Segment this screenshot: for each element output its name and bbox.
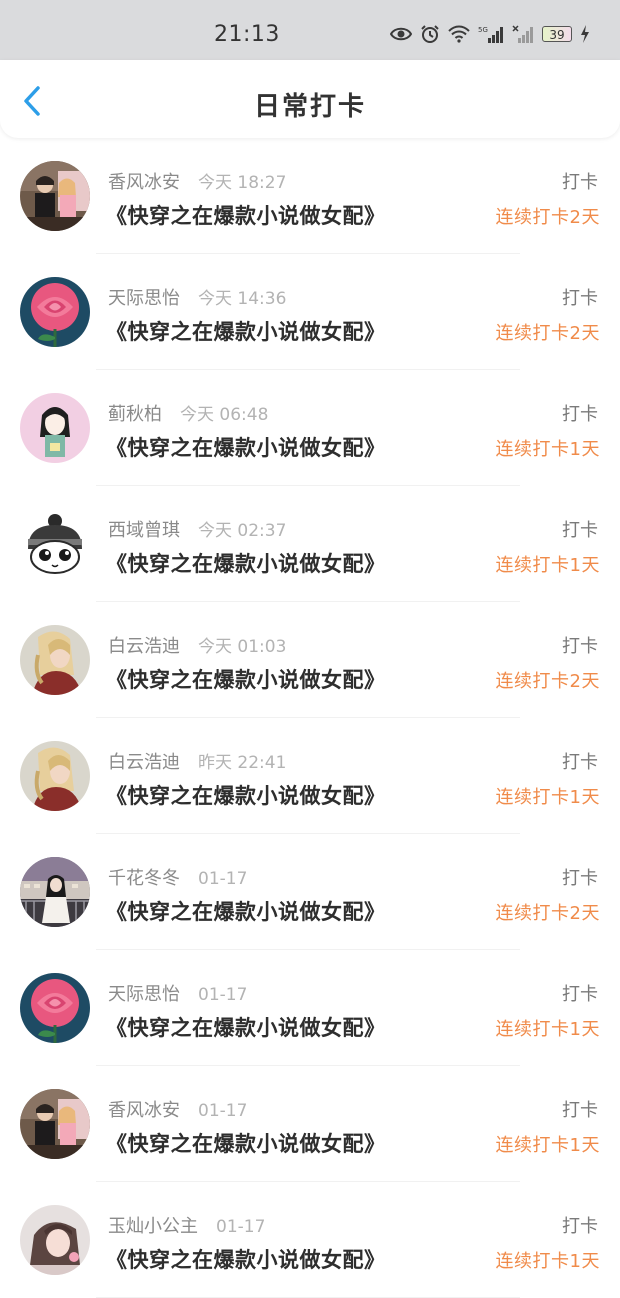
streak-badge: 连续打卡1天 [495, 1251, 600, 1272]
book-title[interactable]: 《快穿之在爆款小说做女配》 [106, 1012, 386, 1042]
book-title[interactable]: 《快穿之在爆款小说做女配》 [106, 432, 386, 462]
checkin-time: 01-17 [216, 1217, 266, 1237]
user-name[interactable]: 白云浩迪 今天 01:03 [108, 632, 286, 658]
user-name-text[interactable]: 香风冰安 [108, 172, 180, 193]
checkin-label: 打卡 [562, 636, 598, 657]
list-item[interactable]: 蓟秋柏 今天 06:48 《快穿之在爆款小说做女配》 打卡连续打卡1天 [0, 370, 620, 486]
book-title[interactable]: 《快穿之在爆款小说做女配》 [106, 548, 386, 578]
book-title[interactable]: 《快穿之在爆款小说做女配》 [106, 316, 386, 346]
checkin-label: 打卡 [562, 984, 598, 1005]
checkin-time: 昨天 22:41 [198, 753, 287, 773]
checkin-label: 打卡 [562, 520, 598, 541]
status-icons: 5G 39 [390, 24, 590, 44]
status-time: 21:13 [214, 22, 280, 47]
streak-badge: 连续打卡2天 [495, 903, 600, 924]
checkin-time: 01-17 [198, 869, 248, 889]
checkin-time: 01-17 [198, 1101, 248, 1121]
checkin-label: 打卡 [562, 404, 598, 425]
avatar[interactable] [20, 161, 90, 231]
list-item[interactable]: 白云浩迪 今天 01:03 《快穿之在爆款小说做女配》 打卡连续打卡2天 [0, 602, 620, 718]
eye-icon [390, 27, 412, 41]
signal-5g-icon: 5G [478, 26, 503, 43]
list-item[interactable]: 天际思怡 今天 14:36 《快穿之在爆款小说做女配》 打卡连续打卡2天 [0, 254, 620, 370]
signal-no-sim-icon [512, 25, 533, 43]
user-name[interactable]: 玉灿小公主 01-17 [108, 1212, 265, 1238]
checkin-label: 打卡 [562, 1100, 598, 1121]
streak-badge: 连续打卡1天 [495, 1135, 600, 1156]
book-title[interactable]: 《快穿之在爆款小说做女配》 [106, 200, 386, 230]
streak-badge: 连续打卡2天 [495, 671, 600, 692]
book-title[interactable]: 《快穿之在爆款小说做女配》 [106, 1128, 386, 1158]
page-title: 日常打卡 [253, 92, 366, 122]
checkin-time: 今天 01:03 [198, 637, 287, 657]
user-name[interactable]: 天际思怡 今天 14:36 [108, 284, 286, 310]
streak-badge: 连续打卡1天 [495, 1019, 600, 1040]
wifi-icon [448, 25, 470, 43]
avatar[interactable] [20, 1205, 90, 1275]
list-item[interactable]: 天际思怡 01-17 《快穿之在爆款小说做女配》 打卡连续打卡1天 [0, 950, 620, 1066]
avatar[interactable] [20, 973, 90, 1043]
checkin-label: 打卡 [562, 1216, 598, 1237]
user-name[interactable]: 天际思怡 01-17 [108, 980, 247, 1006]
user-name[interactable]: 蓟秋柏 今天 06:48 [108, 400, 268, 426]
alarm-icon [421, 25, 439, 43]
checkin-label: 打卡 [562, 288, 598, 309]
streak-badge: 连续打卡2天 [495, 323, 600, 344]
user-name[interactable]: 白云浩迪 昨天 22:41 [108, 748, 286, 774]
charging-icon [581, 25, 589, 43]
user-name[interactable]: 香风冰安 01-17 [108, 1096, 247, 1122]
book-title[interactable]: 《快穿之在爆款小说做女配》 [106, 664, 386, 694]
avatar[interactable] [20, 277, 90, 347]
book-title[interactable]: 《快穿之在爆款小说做女配》 [106, 896, 386, 926]
user-name-text[interactable]: 天际思怡 [108, 288, 180, 309]
checkin-time: 今天 06:48 [180, 405, 269, 425]
avatar[interactable] [20, 393, 90, 463]
avatar[interactable] [20, 857, 90, 927]
checkin-time: 01-17 [198, 985, 248, 1005]
user-name-text[interactable]: 香风冰安 [108, 1100, 180, 1121]
user-name-text[interactable]: 玉灿小公主 [108, 1216, 198, 1237]
book-title[interactable]: 《快穿之在爆款小说做女配》 [106, 780, 386, 810]
checkin-list: 香风冰安 今天 18:27 《快穿之在爆款小说做女配》 打卡 连续打卡2天 天际思怡 今天… [0, 138, 620, 1298]
avatar[interactable] [20, 1089, 90, 1159]
header-bar: 日常打卡 [0, 60, 620, 138]
user-name[interactable]: 西域曾琪 今天 02:37 [108, 516, 286, 542]
user-name-text[interactable]: 千花冬冬 [108, 868, 180, 889]
user-name-text[interactable]: 白云浩迪 [108, 636, 180, 657]
svg-text:5G: 5G [478, 26, 488, 34]
checkin-label: 打卡 [562, 868, 598, 889]
user-name-text[interactable]: 天际思怡 [108, 984, 180, 1005]
list-item[interactable]: 香风冰安 今天 18:27 《快穿之在爆款小说做女配》 打卡连续打卡2天 [0, 138, 620, 254]
book-title[interactable]: 《快穿之在爆款小说做女配》 [106, 1244, 386, 1274]
battery-indicator: 39 [542, 26, 572, 42]
streak-badge: 连续打卡2天 [495, 207, 600, 228]
list-item[interactable]: 西域曾琪 今天 02:37 《快穿之在爆款小说做女配》 打卡连续打卡1天 [0, 486, 620, 602]
user-name-text[interactable]: 白云浩迪 [108, 752, 180, 773]
streak-badge: 连续打卡1天 [495, 439, 600, 460]
checkin-label: 打卡 [562, 172, 598, 193]
list-item[interactable]: 白云浩迪 昨天 22:41 《快穿之在爆款小说做女配》 打卡连续打卡1天 [0, 718, 620, 834]
list-item[interactable]: 玉灿小公主 01-17 《快穿之在爆款小说做女配》 打卡连续打卡1天 [0, 1182, 620, 1298]
user-name-text[interactable]: 西域曾琪 [108, 520, 180, 541]
avatar[interactable] [20, 625, 90, 695]
user-name[interactable]: 千花冬冬 01-17 [108, 864, 247, 890]
streak-badge: 连续打卡1天 [495, 787, 600, 808]
user-name[interactable]: 香风冰安 今天 18:27 [108, 168, 286, 194]
user-name-text[interactable]: 蓟秋柏 [108, 404, 162, 425]
list-item[interactable]: 千花冬冬 01-17 《快穿之在爆款小说做女配》 打卡连续打卡2天 [0, 834, 620, 950]
status-bar: 21:13 5G 39 [0, 0, 620, 60]
checkin-time: 今天 14:36 [198, 289, 287, 309]
streak-badge: 连续打卡1天 [495, 555, 600, 576]
avatar[interactable] [20, 509, 90, 579]
list-item[interactable]: 香风冰安 01-17 《快穿之在爆款小说做女配》 打卡连续打卡1天 [0, 1066, 620, 1182]
checkin-time: 今天 18:27 [198, 173, 287, 193]
checkin-time: 今天 02:37 [198, 521, 287, 541]
checkin-label: 打卡 [562, 752, 598, 773]
avatar[interactable] [20, 741, 90, 811]
